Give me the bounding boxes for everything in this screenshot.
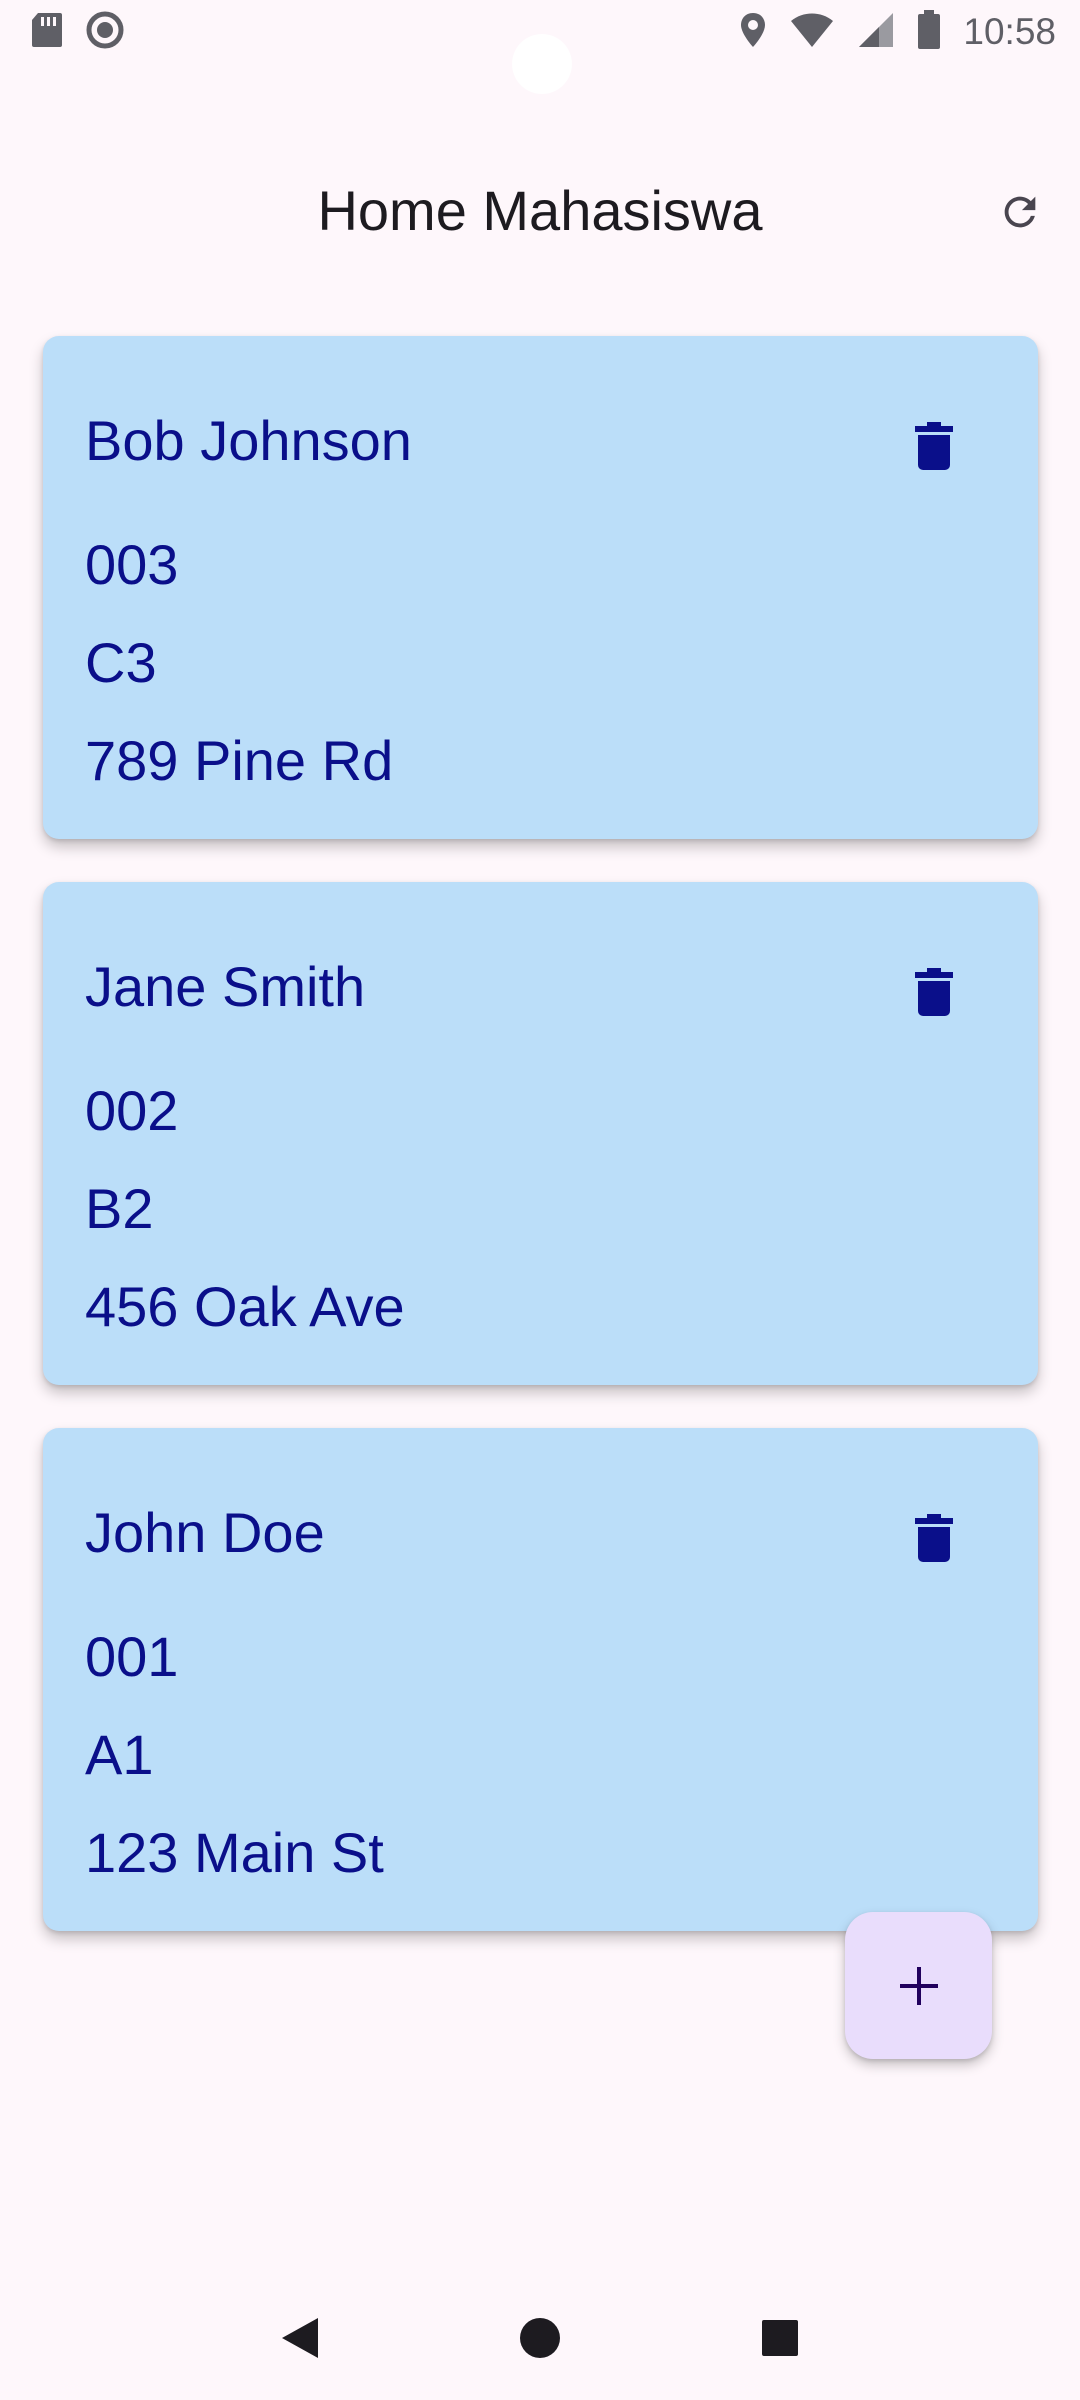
student-id: 002 (85, 1079, 179, 1142)
app-bar: Home Mahasiswa (0, 150, 1080, 270)
status-time: 10:58 (963, 11, 1056, 52)
student-name: Jane Smith (85, 955, 366, 1018)
delete-icon (915, 422, 953, 470)
add-button[interactable] (845, 1912, 992, 2059)
recents-button[interactable] (730, 2288, 830, 2388)
back-icon (282, 2317, 318, 2358)
refresh-button[interactable] (980, 172, 1060, 252)
student-list: Bob Johnson 003 C3 789 Pine Rd Jane Smit… (43, 336, 1038, 1974)
student-address: 789 Pine Rd (85, 729, 394, 792)
status-right: 10:58 (739, 9, 1056, 55)
student-address: 456 Oak Ave (85, 1275, 405, 1338)
refresh-icon (1004, 196, 1036, 228)
sd-card-icon (30, 11, 64, 54)
delete-button[interactable] (894, 406, 974, 486)
add-icon (899, 1966, 938, 2005)
student-address: 123 Main St (85, 1821, 384, 1884)
student-name: John Doe (85, 1501, 325, 1564)
camera-cutout (512, 34, 572, 94)
student-id: 003 (85, 533, 179, 596)
student-card[interactable]: Jane Smith 002 B2 456 Oak Ave (43, 882, 1038, 1385)
system-nav-bar (0, 2275, 1080, 2400)
delete-icon (915, 1514, 953, 1562)
student-class: B2 (85, 1177, 154, 1240)
location-icon (739, 11, 767, 54)
delete-icon (915, 968, 953, 1016)
student-card[interactable]: Bob Johnson 003 C3 789 Pine Rd (43, 336, 1038, 839)
home-button[interactable] (490, 2288, 590, 2388)
delete-button[interactable] (894, 1498, 974, 1578)
record-icon (86, 11, 124, 54)
recents-icon (762, 2319, 798, 2356)
wifi-icon (789, 11, 835, 54)
delete-button[interactable] (894, 952, 974, 1032)
signal-icon (857, 11, 895, 54)
screen: 10:58 Home Mahasiswa Bob Johnson 003 C3 (0, 0, 1080, 2400)
student-id: 001 (85, 1625, 179, 1688)
home-icon (520, 2317, 560, 2358)
student-name: Bob Johnson (85, 409, 412, 472)
back-button[interactable] (250, 2288, 350, 2388)
status-left (30, 11, 124, 54)
page-title: Home Mahasiswa (317, 179, 763, 242)
student-class: A1 (85, 1723, 154, 1786)
student-class: C3 (85, 631, 157, 694)
battery-icon (917, 9, 941, 55)
student-card[interactable]: John Doe 001 A1 123 Main St (43, 1428, 1038, 1931)
